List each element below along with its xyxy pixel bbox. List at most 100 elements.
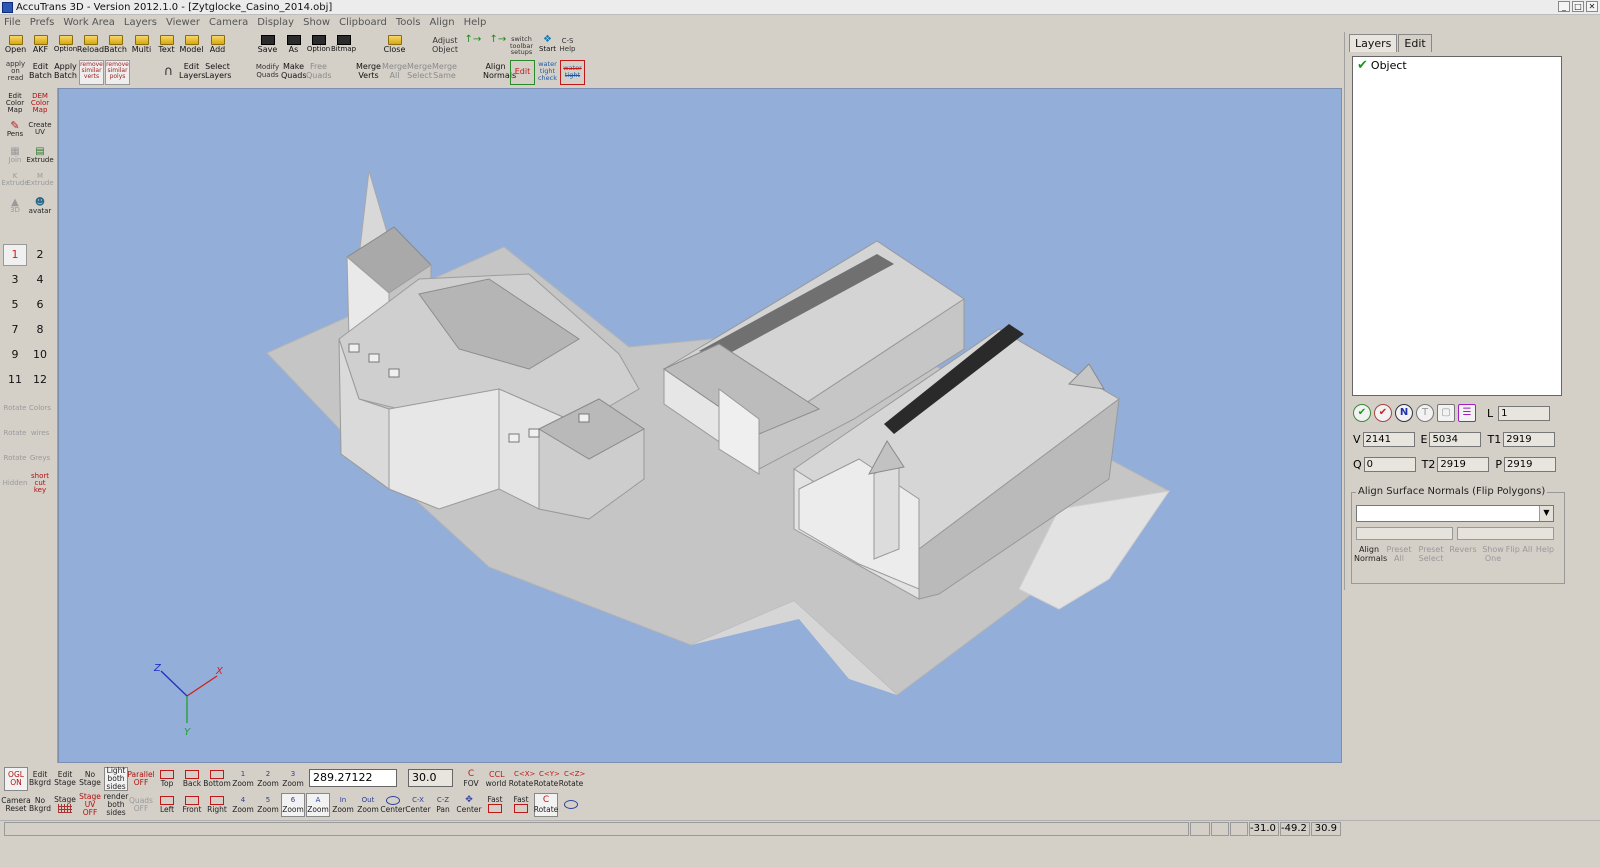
center-point-button[interactable]: Fast: [483, 793, 507, 817]
close-button[interactable]: Close: [382, 34, 407, 59]
switch-toolbar-button[interactable]: switch toolbar setups: [509, 34, 534, 59]
merge-same-button[interactable]: Merge Same: [432, 60, 457, 85]
view-slot-12[interactable]: 12: [28, 369, 52, 391]
wires-button[interactable]: wires: [28, 421, 52, 445]
water-tight-check-button[interactable]: water tight check: [535, 60, 560, 85]
stage-uv-off-button[interactable]: Stage UV OFF: [78, 793, 102, 817]
view-slot-6[interactable]: 6: [28, 294, 52, 316]
zoom-6-button[interactable]: 6 Zoom: [281, 793, 305, 817]
tree-icon[interactable]: ☰: [1458, 404, 1476, 422]
view-slot-11[interactable]: 11: [3, 369, 27, 391]
menu-display[interactable]: Display: [257, 17, 294, 28]
layer-row[interactable]: ✔ Object: [1353, 57, 1561, 74]
adjust-object-button[interactable]: Adjust Object: [431, 34, 459, 59]
preset-all-button[interactable]: Preset All: [1384, 545, 1414, 563]
center-x-button[interactable]: C-X Center: [405, 793, 430, 817]
select-layers-button[interactable]: Select Layers: [205, 60, 231, 85]
edit-stage-button[interactable]: Edit Stage: [53, 767, 77, 791]
open-button[interactable]: Open: [3, 34, 28, 59]
merge-all-button[interactable]: Merge All: [382, 60, 407, 85]
k-extrude-button[interactable]: K Extrude: [1, 168, 28, 192]
save-as-button[interactable]: As: [281, 34, 306, 59]
menu-tools[interactable]: Tools: [396, 17, 421, 28]
zoom-in-button[interactable]: In Zoom: [331, 793, 355, 817]
join-button[interactable]: ▦ Join: [3, 143, 27, 167]
box-icon[interactable]: ▢: [1437, 404, 1455, 422]
batch-button[interactable]: Batch: [103, 34, 128, 59]
pens-button[interactable]: ✎ Pens: [3, 117, 27, 141]
fov-button[interactable]: C FOV: [459, 767, 483, 791]
t-icon[interactable]: T: [1416, 404, 1434, 422]
view-slot-7[interactable]: 7: [3, 319, 27, 341]
menu-prefs[interactable]: Prefs: [30, 17, 55, 28]
view-right-button[interactable]: Right: [205, 793, 229, 817]
help-button[interactable]: Help: [1530, 545, 1560, 554]
view-slot-5[interactable]: 5: [3, 294, 27, 316]
reload-button[interactable]: Reload: [77, 34, 104, 59]
lines-rotate-button[interactable]: Rotate: [3, 446, 27, 470]
camera-reset-button[interactable]: Camera Reset: [1, 793, 30, 817]
multi-button[interactable]: Multi: [129, 34, 154, 59]
revers-button[interactable]: Revers: [1448, 545, 1478, 554]
free-quads-button[interactable]: Free Quads: [306, 60, 332, 85]
quads-off-button[interactable]: Quads OFF: [129, 793, 153, 817]
render-both-sides-button[interactable]: render both sides: [104, 793, 129, 817]
parallel-off-button[interactable]: Parallel OFF: [127, 767, 154, 791]
zoom-3-button[interactable]: 3 Zoom: [281, 767, 305, 791]
tab-layers[interactable]: Layers: [1349, 34, 1398, 52]
edit-layers-button[interactable]: Edit Layers: [179, 60, 205, 85]
close-window-button[interactable]: ✕: [1586, 1, 1598, 12]
layer-list[interactable]: ✔ Object: [1352, 56, 1562, 396]
center-point-2-button[interactable]: Fast: [509, 793, 533, 817]
menu-work-area[interactable]: Work Area: [63, 17, 115, 28]
menu-viewer[interactable]: Viewer: [166, 17, 200, 28]
hidden-button[interactable]: Hidden: [3, 471, 28, 495]
view-slot-10[interactable]: 10: [28, 344, 52, 366]
menu-camera[interactable]: Camera: [209, 17, 248, 28]
verts-rotate-button[interactable]: Rotate: [3, 421, 27, 445]
zoom-a-button[interactable]: A Zoom: [306, 793, 330, 817]
check-all-icon[interactable]: ✔: [1353, 404, 1371, 422]
view-slot-8[interactable]: 8: [28, 319, 52, 341]
view-bottom-button[interactable]: Bottom: [203, 767, 231, 791]
zoom-1-button[interactable]: 1 Zoom: [231, 767, 255, 791]
menu-clipboard[interactable]: Clipboard: [339, 17, 387, 28]
option-button[interactable]: Option: [53, 34, 78, 59]
view-front-button[interactable]: Front: [180, 793, 204, 817]
view-slot-4[interactable]: 4: [28, 269, 52, 291]
minimize-button[interactable]: _: [1558, 1, 1570, 12]
fast-button[interactable]: C Rotate: [534, 793, 558, 817]
avatar-button[interactable]: ☻ avatar: [28, 194, 52, 218]
modify-quads-button[interactable]: Modify Quads: [255, 60, 280, 85]
align-combo[interactable]: ▼: [1356, 505, 1554, 522]
apply-batch-button[interactable]: Apply Batch: [53, 60, 78, 85]
world-button[interactable]: CCL world: [484, 767, 508, 791]
align-v-button[interactable]: ↑→: [484, 34, 509, 59]
model-button[interactable]: Model: [179, 34, 204, 59]
merge-verts-button[interactable]: Merge Verts: [356, 60, 381, 85]
edit-color-map-button[interactable]: Edit Color Map: [3, 91, 27, 115]
zoom-out-button[interactable]: Out Zoom: [356, 793, 380, 817]
zoom-4-button[interactable]: 4 Zoom: [231, 793, 255, 817]
align-normals-group-button[interactable]: Align Normals: [1354, 545, 1387, 563]
pan-button[interactable]: ✥ Center: [456, 793, 481, 817]
align-field-right[interactable]: [1457, 527, 1554, 540]
rotate-z-button[interactable]: C<Z> Rotate: [559, 767, 586, 791]
remove-similar-verts-button[interactable]: remove similar verts: [79, 60, 104, 85]
center-z-button[interactable]: C-Z Pan: [431, 793, 455, 817]
edit-bkgrd-button[interactable]: Edit Bkgrd: [28, 767, 52, 791]
menu-show[interactable]: Show: [303, 17, 330, 28]
no-stage-button[interactable]: No Stage: [78, 767, 102, 791]
text-button[interactable]: Text: [154, 34, 179, 59]
ogl-on-button[interactable]: OGL ON: [4, 767, 28, 791]
no-bkgrd-button[interactable]: No Bkgrd: [28, 793, 52, 817]
bitmap-button[interactable]: Bitmap: [331, 34, 356, 59]
dem-color-map-button[interactable]: DEM Color Map: [28, 91, 52, 115]
create-uv-button[interactable]: Create UV: [28, 117, 52, 141]
l-field[interactable]: 1: [1498, 405, 1551, 421]
menu-help[interactable]: Help: [464, 17, 487, 28]
preset-select-button[interactable]: Preset Select: [1416, 545, 1446, 563]
checkmark-icon[interactable]: ✔: [1357, 59, 1368, 72]
view-slot-9[interactable]: 9: [3, 344, 27, 366]
3d-viewport[interactable]: X Y Z: [58, 88, 1342, 763]
